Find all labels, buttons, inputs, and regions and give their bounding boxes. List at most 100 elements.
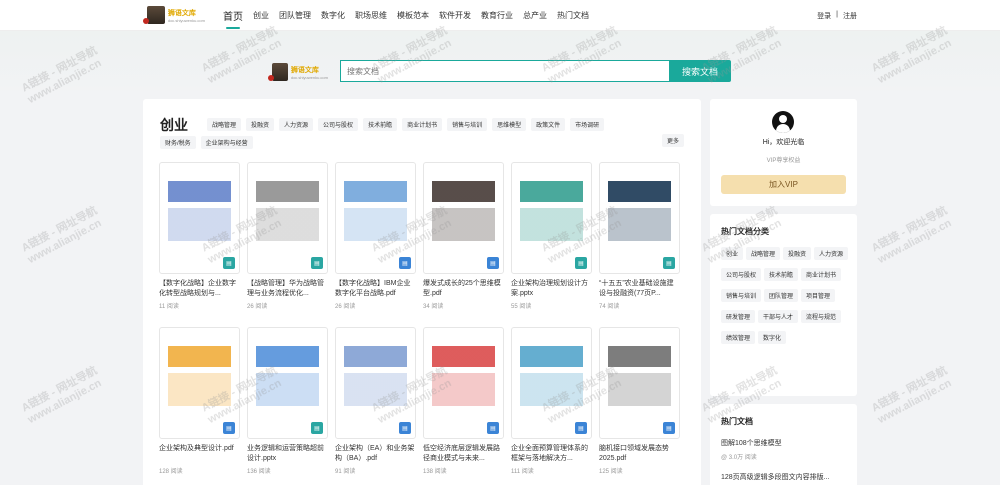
nav-item-workplace[interactable]: 职场思维 bbox=[355, 10, 387, 21]
hot-category-tag[interactable]: 团队管理 bbox=[764, 289, 799, 302]
doc-thumbnail[interactable]: ▤ bbox=[423, 162, 504, 274]
doc-card[interactable]: ▤ 企业架构治理规划设计方案.pptx 55 阅读 bbox=[511, 162, 592, 319]
hot-categories-title: 热门文档分类 bbox=[721, 227, 769, 236]
doc-card[interactable]: ▤ 业务逻辑和运营策略超前设计.pptx 136 阅读 bbox=[247, 327, 328, 484]
doc-card[interactable]: ▤ 企业全面预算管理体系的框架与落地解决方... 111 阅读 bbox=[511, 327, 592, 484]
doc-thumbnail[interactable]: ▤ bbox=[423, 327, 504, 439]
search-logo: 狮语文库 doc.shiyuwenku.com bbox=[268, 62, 328, 82]
doc-card[interactable]: ▤ 【数字化战略】IBM企业数字化平台战略.pdf 26 阅读 bbox=[335, 162, 416, 319]
nav-item-education[interactable]: 教育行业 bbox=[481, 10, 513, 21]
doc-title[interactable]: 【数字化战略】IBM企业数字化平台战略.pdf bbox=[335, 279, 416, 299]
hot-category-tag[interactable]: 创业 bbox=[721, 247, 744, 260]
doc-title[interactable]: “十五五”农业基础设施建设与投融资(77页P... bbox=[599, 279, 680, 299]
ppt-file-icon: ▤ bbox=[311, 257, 323, 269]
doc-thumbnail[interactable]: ▤ bbox=[511, 162, 592, 274]
doc-thumbnail[interactable]: ▤ bbox=[599, 327, 680, 439]
hot-category-tag[interactable]: 干部与人才 bbox=[758, 310, 799, 323]
login-link[interactable]: 登录 bbox=[817, 11, 831, 21]
doc-thumbnail[interactable]: ▤ bbox=[335, 327, 416, 439]
doc-read-count: 26 阅读 bbox=[335, 304, 356, 310]
search-button[interactable]: 搜索文档 bbox=[669, 60, 731, 82]
doc-thumbnail[interactable]: ▤ bbox=[247, 162, 328, 274]
tag-policy[interactable]: 政策文件 bbox=[531, 118, 566, 131]
doc-title[interactable]: 爆发式成长的25个思维模型.pdf bbox=[423, 279, 504, 299]
doc-card[interactable]: ▤ 低空经济底层逻辑发展路径商业模式与未来... 138 阅读 bbox=[423, 327, 504, 484]
site-logo[interactable]: 狮语文库 doc.shiyuwenku.com bbox=[143, 5, 205, 25]
hot-category-tag[interactable]: 投融资 bbox=[783, 247, 812, 260]
nav-item-digital[interactable]: 数字化 bbox=[321, 10, 345, 21]
doc-card[interactable]: ▤ 爆发式成长的25个思维模型.pdf 34 阅读 bbox=[423, 162, 504, 319]
doc-title[interactable]: 企业架构（EA）和业务架构（BA）.pdf bbox=[335, 444, 416, 464]
pdf-file-icon: ▤ bbox=[487, 422, 499, 434]
hot-category-tag[interactable]: 人力资源 bbox=[814, 247, 849, 260]
doc-preview bbox=[256, 346, 319, 406]
doc-card[interactable]: ▤ 【数字化战略】企业数字化转型战略规划与... 11 阅读 bbox=[159, 162, 240, 319]
tag-equity[interactable]: 公司与股权 bbox=[318, 118, 359, 131]
doc-thumbnail[interactable]: ▤ bbox=[335, 162, 416, 274]
nav-item-hot[interactable]: 热门文档 bbox=[557, 10, 589, 21]
hot-category-tag[interactable]: 商业计划书 bbox=[801, 268, 842, 281]
hot-category-tag[interactable]: 流程与规范 bbox=[801, 310, 842, 323]
tag-architecture[interactable]: 企业架构与经营 bbox=[200, 136, 253, 149]
vip-benefits-text[interactable]: VIP尊享权益 bbox=[710, 155, 857, 164]
doc-thumbnail[interactable]: ▤ bbox=[599, 162, 680, 274]
avatar[interactable] bbox=[772, 111, 794, 133]
doc-card[interactable]: ▤ 【战略管理】华为战略管理与业务流程优化... 26 阅读 bbox=[247, 162, 328, 319]
doc-read-count: 91 阅读 bbox=[335, 469, 356, 475]
hot-category-tag[interactable]: 绩效管理 bbox=[721, 331, 756, 344]
nav-item-software[interactable]: 软件开发 bbox=[439, 10, 471, 21]
doc-title[interactable]: 业务逻辑和运营策略超前设计.pptx bbox=[247, 444, 328, 464]
doc-title[interactable]: 脑机接口领域发展态势2025.pdf bbox=[599, 444, 680, 464]
tag-hr[interactable]: 人力资源 bbox=[279, 118, 314, 131]
doc-title[interactable]: 低空经济底层逻辑发展路径商业模式与未来... bbox=[423, 444, 504, 464]
tag-sales[interactable]: 销售与培训 bbox=[447, 118, 488, 131]
doc-preview bbox=[344, 346, 407, 406]
tag-tech[interactable]: 技术前瞻 bbox=[363, 118, 398, 131]
hot-category-tags: 创业 战略管理 投融资 人力资源公司与股权 技术前瞻 商业计划书销售与培训 团队管理 项目管理… bbox=[721, 247, 851, 344]
tag-market[interactable]: 市场调研 bbox=[570, 118, 605, 131]
doc-thumbnail[interactable]: ▤ bbox=[159, 162, 240, 274]
doc-title[interactable]: 企业全面预算管理体系的框架与落地解决方... bbox=[511, 444, 592, 464]
doc-thumbnail[interactable]: ▤ bbox=[247, 327, 328, 439]
register-link[interactable]: 注册 bbox=[843, 11, 857, 21]
join-vip-button[interactable]: 加入VIP bbox=[721, 175, 846, 194]
doc-card[interactable]: ▤ “十五五”农业基础设施建设与投融资(77页P... 74 阅读 bbox=[599, 162, 680, 319]
nav-item-home[interactable]: 首页 bbox=[223, 8, 243, 29]
hot-category-tag[interactable]: 技术前瞻 bbox=[764, 268, 799, 281]
category-tags-row2: 财务/税务 企业架构与经营 bbox=[160, 136, 253, 149]
hot-doc-item[interactable]: 图解108个思维模型 bbox=[721, 438, 782, 448]
tag-financing[interactable]: 投融资 bbox=[246, 118, 275, 131]
search-input[interactable] bbox=[347, 66, 670, 76]
more-button[interactable]: 更多 bbox=[662, 134, 685, 147]
hot-docs-title: 热门文档 bbox=[721, 417, 753, 426]
ppt-file-icon: ▤ bbox=[663, 257, 675, 269]
hot-category-tag[interactable]: 销售与培训 bbox=[721, 289, 762, 302]
doc-read-count: 26 阅读 bbox=[247, 304, 268, 310]
doc-card[interactable]: ▤ 企业架构（EA）和业务架构（BA）.pdf 91 阅读 bbox=[335, 327, 416, 484]
hot-category-tag[interactable]: 公司与股权 bbox=[721, 268, 762, 281]
hot-category-tag[interactable]: 项目管理 bbox=[801, 289, 836, 302]
logo-name: 狮语文库 bbox=[167, 9, 196, 17]
nav-item-team[interactable]: 团队管理 bbox=[279, 10, 311, 21]
doc-thumbnail[interactable]: ▤ bbox=[511, 327, 592, 439]
top-nav-bar: 狮语文库 doc.shiyuwenku.com 首页 创业 团队管理 数字化 职… bbox=[0, 0, 1000, 31]
doc-card[interactable]: ▤ 企业架构及典型设计.pdf 128 阅读 bbox=[159, 327, 240, 484]
doc-title[interactable]: 【战略管理】华为战略管理与业务流程优化... bbox=[247, 279, 328, 299]
tag-strategy[interactable]: 战略管理 bbox=[207, 118, 242, 131]
doc-thumbnail[interactable]: ▤ bbox=[159, 327, 240, 439]
doc-read-count: 125 阅读 bbox=[599, 469, 623, 475]
nav-item-industry[interactable]: 总产业 bbox=[523, 10, 547, 21]
hot-category-tag[interactable]: 数字化 bbox=[758, 331, 787, 344]
doc-title[interactable]: 企业架构治理规划设计方案.pptx bbox=[511, 279, 592, 299]
doc-card[interactable]: ▤ 脑机接口领域发展态势2025.pdf 125 阅读 bbox=[599, 327, 680, 484]
tag-bizplan[interactable]: 商业计划书 bbox=[402, 118, 443, 131]
hot-category-tag[interactable]: 研发管理 bbox=[721, 310, 756, 323]
tag-models[interactable]: 思维模型 bbox=[492, 118, 527, 131]
hot-doc-item[interactable]: 128页高级逻辑多段图文内容排版... bbox=[721, 472, 830, 482]
hot-category-tag[interactable]: 战略管理 bbox=[746, 247, 781, 260]
tag-finance[interactable]: 财务/税务 bbox=[160, 136, 196, 149]
doc-title[interactable]: 企业架构及典型设计.pdf bbox=[159, 444, 240, 464]
nav-item-startup[interactable]: 创业 bbox=[253, 10, 269, 21]
doc-title[interactable]: 【数字化战略】企业数字化转型战略规划与... bbox=[159, 279, 240, 299]
nav-item-templates[interactable]: 模板范本 bbox=[397, 10, 429, 21]
